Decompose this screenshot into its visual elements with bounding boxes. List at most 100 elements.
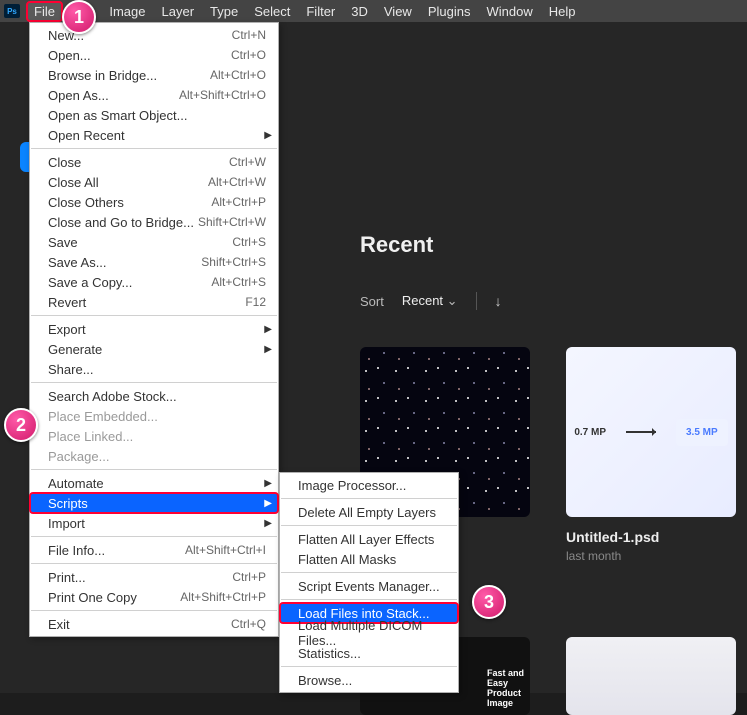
arrow-icon [626,431,656,433]
menu-item-automate[interactable]: Automate▶ [30,473,278,493]
submenu-item-load-multiple-dicom-files[interactable]: Load Multiple DICOM Files... [280,623,458,643]
recent-heading: Recent [360,232,502,258]
menu-separator [31,536,277,537]
menu-item-label: Close Others [48,195,124,210]
mp-badge-right: 3.5 MP [676,419,728,446]
submenu-item-flatten-all-layer-effects[interactable]: Flatten All Layer Effects [280,529,458,549]
menu-item-scripts[interactable]: Scripts▶ [30,493,278,513]
menu-item-export[interactable]: Export▶ [30,319,278,339]
menu-shortcut: Ctrl+N [232,28,266,42]
menu-separator [31,315,277,316]
submenu-item-label: Delete All Empty Layers [298,505,436,520]
scripts-submenu: Image Processor... Delete All Empty Layer… [279,472,459,693]
menu-item-revert[interactable]: RevertF12 [30,292,278,312]
menu-item-open-recent[interactable]: Open Recent▶ [30,125,278,145]
menu-item-label: Share... [48,362,94,377]
menu-item-close[interactable]: Close Ctrl+W [30,152,278,172]
menu-item-place-embedded: Place Embedded... [30,406,278,426]
menu-separator [281,498,457,499]
menu-item-label: Save a Copy... [48,275,132,290]
menu-view[interactable]: View [376,1,420,22]
menu-item-browse-in-bridge[interactable]: Browse in Bridge...Alt+Ctrl+O [30,65,278,85]
file-menu: New...Ctrl+NOpen...Ctrl+OBrowse in Bridg… [29,22,279,637]
annotation-3: 3 [472,585,506,619]
submenu-arrow-icon: ▶ [264,324,272,335]
menu-item-print-one-copy[interactable]: Print One Copy Alt+Shift+Ctrl+P [30,587,278,607]
menu-item-label: Place Linked... [48,429,133,444]
menu-item-label: Generate [48,342,102,357]
menu-shortcut: Ctrl+W [229,155,266,169]
menu-item-save-a-copy[interactable]: Save a Copy...Alt+Ctrl+S [30,272,278,292]
submenu-item-statistics[interactable]: Statistics... [280,643,458,663]
menu-window[interactable]: Window [478,1,540,22]
annotation-2: 2 [4,408,38,442]
submenu-item-browse[interactable]: Browse... [280,670,458,690]
menu-separator [31,382,277,383]
submenu-item-label: Image Processor... [298,478,406,493]
menu-plugins[interactable]: Plugins [420,1,479,22]
menu-item-package: Package... [30,446,278,466]
menu-shortcut: Ctrl+P [232,570,266,584]
menu-item-label: Print One Copy [48,590,137,605]
mini-thumb-2[interactable] [566,637,736,715]
menu-shortcut: Alt+Shift+Ctrl+I [185,543,266,557]
menu-item-label: Close [48,155,81,170]
menu-item-label: Exit [48,617,70,632]
menu-separator [31,148,277,149]
divider [476,292,477,310]
menu-filter[interactable]: Filter [298,1,343,22]
submenu-item-label: Statistics... [298,646,361,661]
thumbnail-image: 0.7 MP 3.5 MP [566,347,736,517]
menu-3d[interactable]: 3D [343,1,376,22]
thumb-modified: last month [566,549,736,563]
menu-separator [31,563,277,564]
chevron-down-icon: ⌄ [447,293,458,308]
mini-thumb-text: Fast and Easy Product Image [487,669,524,709]
recent-section: Recent Sort Recent ⌄ ↓ [360,232,502,310]
menu-item-label: Close and Go to Bridge... [48,215,194,230]
menu-item-file-info[interactable]: File Info...Alt+Shift+Ctrl+I [30,540,278,560]
menu-file[interactable]: File [26,1,63,22]
submenu-item-image-processor[interactable]: Image Processor... [280,475,458,495]
thumb-card-2[interactable]: 0.7 MP 3.5 MP Untitled-1.psd last month [566,347,736,563]
submenu-item-delete-all-empty-layers[interactable]: Delete All Empty Layers [280,502,458,522]
menu-shortcut: Ctrl+Q [231,617,266,631]
menu-item-close-and-go-to-bridge[interactable]: Close and Go to Bridge...Shift+Ctrl+W [30,212,278,232]
app-icon: Ps [4,4,20,18]
menu-shortcut: Ctrl+S [232,235,266,249]
menu-item-share[interactable]: Share... [30,359,278,379]
submenu-item-flatten-all-masks[interactable]: Flatten All Masks [280,549,458,569]
menu-item-generate[interactable]: Generate▶ [30,339,278,359]
menu-item-save-as[interactable]: Save As...Shift+Ctrl+S [30,252,278,272]
sort-direction-icon[interactable]: ↓ [495,293,502,309]
annotation-1: 1 [62,0,96,34]
menu-item-open[interactable]: Open...Ctrl+O [30,45,278,65]
menu-separator [281,572,457,573]
menu-item-close-others[interactable]: Close Others Alt+Ctrl+P [30,192,278,212]
menu-shortcut: Alt+Ctrl+P [211,195,266,209]
menu-item-exit[interactable]: Exit Ctrl+Q [30,614,278,634]
menu-item-label: Automate [48,476,104,491]
menu-separator [281,525,457,526]
menu-item-save[interactable]: SaveCtrl+S [30,232,278,252]
menu-help[interactable]: Help [541,1,584,22]
menu-shortcut: Shift+Ctrl+S [201,255,266,269]
menu-item-label: Scripts [48,496,88,511]
menu-item-print[interactable]: Print...Ctrl+P [30,567,278,587]
menu-item-close-all[interactable]: Close AllAlt+Ctrl+W [30,172,278,192]
menu-select[interactable]: Select [246,1,298,22]
menu-layer[interactable]: Layer [154,1,203,22]
menu-separator [281,599,457,600]
menu-item-search-adobe-stock[interactable]: Search Adobe Stock... [30,386,278,406]
menu-item-import[interactable]: Import▶ [30,513,278,533]
menu-item-open-as[interactable]: Open As...Alt+Shift+Ctrl+O [30,85,278,105]
sort-dropdown[interactable]: Recent ⌄ [402,293,458,309]
menu-shortcut: Alt+Shift+Ctrl+O [179,88,266,102]
menu-item-label: Place Embedded... [48,409,158,424]
submenu-arrow-icon: ▶ [264,518,272,529]
menu-item-open-as-smart-object[interactable]: Open as Smart Object... [30,105,278,125]
menu-shortcut: Alt+Shift+Ctrl+P [180,590,266,604]
menu-type[interactable]: Type [202,1,246,22]
submenu-item-script-events-manager[interactable]: Script Events Manager... [280,576,458,596]
menu-image[interactable]: Image [101,1,153,22]
